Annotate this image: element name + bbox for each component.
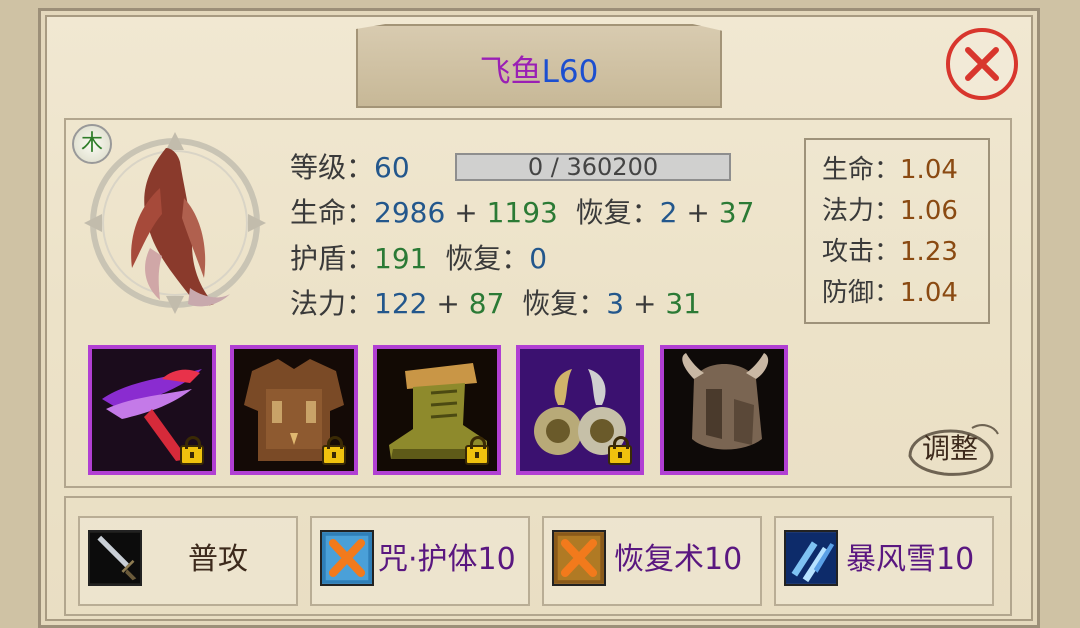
growth-mp-label: 法力：: [822, 196, 901, 226]
hp-row: 生命：2986 + 1193 恢复：2 + 37: [290, 195, 754, 231]
mp-regen-bonus: 31: [665, 287, 701, 320]
growth-hp: 生命：1.04: [822, 152, 958, 188]
adjust-button[interactable]: 调整: [900, 420, 1000, 478]
shield-regen-label: 恢复：: [445, 242, 530, 275]
equip-slot-helmet[interactable]: [660, 345, 788, 475]
close-button[interactable]: [946, 28, 1018, 100]
shield-regen-value: 0: [529, 242, 548, 275]
skill-slot-blizzard[interactable]: 暴风雪10: [774, 516, 994, 606]
sword-icon: [88, 530, 142, 586]
mp-regen-label: 恢复：: [522, 287, 607, 320]
hp-regen-plus: +: [686, 196, 710, 229]
pet-level: L60: [541, 54, 599, 90]
level-row: 等级：60: [290, 150, 410, 186]
growth-panel: 生命：1.04 法力：1.06 攻击：1.23 防御：1.04: [804, 138, 990, 324]
hp-regen-base: 2: [659, 196, 678, 229]
lock-icon: [465, 436, 489, 465]
disabled-skill-icon: [320, 530, 374, 586]
mp-row: 法力：122 + 87 恢复：3 + 31: [290, 286, 701, 322]
growth-defense: 防御：1.04: [822, 275, 958, 311]
growth-attack-value: 1.23: [900, 237, 958, 267]
lock-icon: [180, 436, 204, 465]
skill-label: 咒·护体10: [378, 542, 516, 577]
helmet-icon: [664, 349, 784, 471]
hp-bonus: 1193: [486, 196, 558, 229]
lock-icon: [322, 436, 346, 465]
exp-bar: 0 / 360200: [455, 153, 731, 181]
skill-label: 恢复术10: [614, 542, 743, 577]
equip-slot-armor[interactable]: [230, 345, 358, 475]
skill-slot-protect[interactable]: 咒·护体10: [310, 516, 530, 606]
shield-row: 护盾：191 恢复：0: [290, 241, 547, 277]
hp-base: 2986: [374, 196, 446, 229]
hp-regen-bonus: 37: [718, 196, 755, 229]
adjust-label: 调整: [921, 432, 978, 465]
pet-name: 飞鱼: [479, 54, 542, 90]
mp-regen-plus: +: [632, 287, 657, 320]
element-badge: 木: [72, 124, 112, 164]
pet-portrait: [84, 132, 266, 314]
skill-label: 普攻: [188, 542, 248, 577]
growth-mp: 法力：1.06: [822, 193, 958, 229]
mp-plus: +: [436, 287, 460, 320]
growth-mp-value: 1.06: [900, 196, 958, 226]
skill-slot-heal[interactable]: 恢复术10: [542, 516, 762, 606]
equip-slot-ornament[interactable]: [516, 345, 644, 475]
equip-slot-boots[interactable]: [373, 345, 501, 475]
mp-base: 122: [374, 287, 428, 320]
shield-value: 191: [374, 242, 428, 275]
mp-regen-base: 3: [606, 287, 625, 320]
skill-label: 暴风雪10: [846, 542, 975, 577]
mp-bonus: 87: [468, 287, 505, 320]
growth-attack: 攻击：1.23: [822, 234, 958, 270]
hp-plus: +: [454, 196, 478, 229]
equip-slot-weapon[interactable]: [88, 345, 216, 475]
growth-defense-value: 1.04: [900, 278, 958, 308]
lock-icon: [608, 436, 632, 465]
growth-defense-label: 防御：: [822, 278, 901, 308]
level-label: 等级：: [290, 151, 375, 184]
pet-title: 飞鱼L60: [356, 52, 722, 92]
hp-regen-label: 恢复：: [575, 196, 660, 229]
disabled-skill-icon: [552, 530, 606, 586]
shield-label: 护盾：: [290, 242, 375, 275]
hp-label: 生命：: [290, 196, 375, 229]
close-icon: [965, 47, 999, 81]
growth-hp-value: 1.04: [900, 155, 958, 185]
blizzard-icon: [784, 530, 838, 586]
mp-label: 法力：: [290, 287, 375, 320]
level-value: 60: [374, 151, 410, 184]
skill-slot-attack[interactable]: 普攻: [78, 516, 298, 606]
growth-attack-label: 攻击：: [822, 237, 901, 267]
growth-hp-label: 生命：: [822, 155, 901, 185]
